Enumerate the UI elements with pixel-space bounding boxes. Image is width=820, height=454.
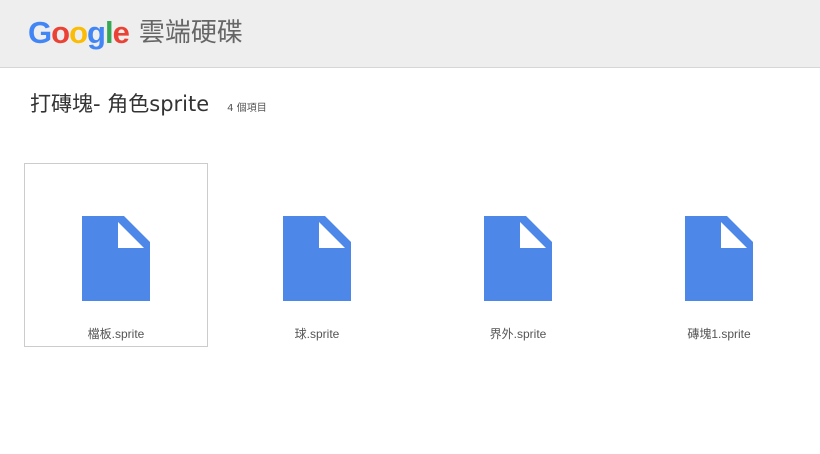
file-tile[interactable]: 界外.sprite xyxy=(426,163,610,347)
logo-letter: G xyxy=(28,14,52,50)
file-name: 磚塊1.sprite xyxy=(687,327,751,341)
document-icon xyxy=(484,216,552,301)
logo-letter: g xyxy=(87,14,106,50)
file-grid: 檔板.sprite 球.sprite 界外.sprite 磚塊1.sprite xyxy=(24,163,820,347)
folder-title: 打磚塊- 角色sprite xyxy=(30,92,210,116)
file-name: 界外.sprite xyxy=(489,327,547,341)
logo-letter: l xyxy=(104,14,114,50)
item-count: 4 個項目 xyxy=(227,103,267,114)
folder-header: 打磚塊- 角色sprite 4 個項目 xyxy=(30,88,267,118)
file-name: 球.sprite xyxy=(294,327,340,341)
document-icon xyxy=(82,216,150,301)
google-logo: Google xyxy=(28,14,130,50)
product-name: 雲端硬碟 xyxy=(138,18,243,48)
google-drive-logo[interactable]: Google 雲端硬碟 xyxy=(28,10,243,54)
file-tile[interactable]: 球.sprite xyxy=(225,163,409,347)
document-icon xyxy=(685,216,753,301)
app-header: Google 雲端硬碟 xyxy=(0,0,820,68)
logo-letter: e xyxy=(112,14,130,50)
document-icon xyxy=(283,216,351,301)
logo-letter: o xyxy=(69,14,88,50)
file-name: 檔板.sprite xyxy=(87,327,145,341)
file-tile[interactable]: 檔板.sprite xyxy=(24,163,208,347)
logo-letter: o xyxy=(51,14,70,50)
file-tile[interactable]: 磚塊1.sprite xyxy=(627,163,811,347)
